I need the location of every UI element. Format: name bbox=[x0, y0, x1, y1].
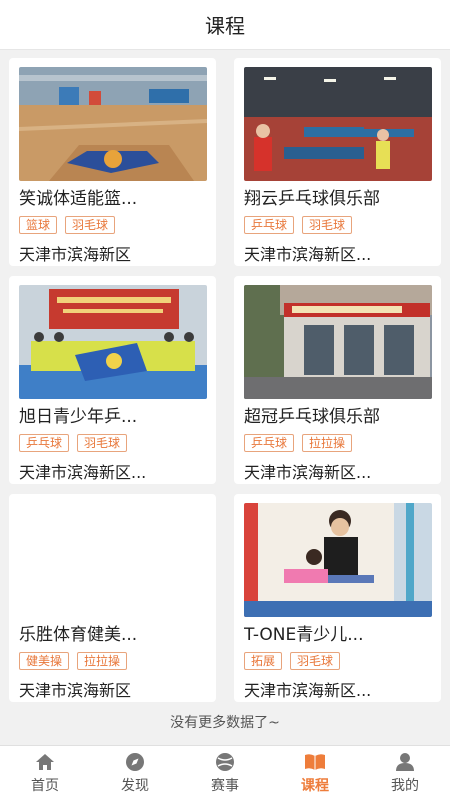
course-grid: 笑诚体适能篮... 篮球 羽毛球 天津市滨海新区 翔云乒乓球俱乐部 乒乓球 羽毛… bbox=[9, 58, 441, 702]
sport-tag: 乒乓球 bbox=[19, 434, 70, 452]
course-title: 超冠乒乓球俱乐部 bbox=[244, 407, 380, 427]
person-icon bbox=[396, 752, 414, 771]
course-location: 天津市滨海新区... bbox=[19, 463, 147, 482]
course-tags: 乒乓球 羽毛球 bbox=[19, 434, 206, 452]
tab-events[interactable]: 赛事 bbox=[180, 746, 270, 800]
sport-tag: 篮球 bbox=[19, 216, 58, 234]
tab-label: 课程 bbox=[301, 777, 329, 794]
course-image bbox=[244, 503, 432, 617]
page-header: 课程 bbox=[0, 0, 450, 50]
course-title: 翔云乒乓球俱乐部 bbox=[244, 189, 380, 209]
ball-icon bbox=[216, 752, 234, 771]
course-card[interactable]: 乐胜体育健美... 健美操 拉拉操 天津市滨海新区 bbox=[9, 494, 216, 702]
course-tags: 乒乓球 羽毛球 bbox=[244, 216, 431, 234]
course-card[interactable]: T-ONE青少儿... 拓展 羽毛球 天津市滨海新区... bbox=[234, 494, 441, 702]
course-card[interactable]: 笑诚体适能篮... 篮球 羽毛球 天津市滨海新区 bbox=[9, 58, 216, 266]
sport-tag: 健美操 bbox=[19, 652, 70, 670]
course-location: 天津市滨海新区 bbox=[19, 245, 132, 264]
book-icon bbox=[305, 753, 325, 770]
sport-tag: 羽毛球 bbox=[77, 434, 128, 452]
sport-tag: 乒乓球 bbox=[244, 216, 295, 234]
tab-discover[interactable]: 发现 bbox=[90, 746, 180, 800]
course-image bbox=[244, 67, 432, 181]
page-title: 课程 bbox=[205, 14, 245, 38]
tab-label: 首页 bbox=[31, 777, 59, 794]
course-card[interactable]: 翔云乒乓球俱乐部 乒乓球 羽毛球 天津市滨海新区... bbox=[234, 58, 441, 266]
course-image bbox=[19, 67, 207, 181]
sport-tag: 羽毛球 bbox=[65, 216, 116, 234]
course-image bbox=[19, 285, 207, 399]
bottom-tab-bar: 首页 发现 赛事 课程 我的 bbox=[0, 745, 450, 800]
sport-tag: 拉拉操 bbox=[77, 652, 128, 670]
course-title: 乐胜体育健美... bbox=[19, 625, 138, 645]
home-icon bbox=[36, 753, 54, 770]
tab-label: 赛事 bbox=[211, 777, 239, 794]
sport-tag: 乒乓球 bbox=[244, 434, 295, 452]
no-more-data-text: 没有更多数据了~ bbox=[170, 715, 280, 731]
course-location: 天津市滨海新区 bbox=[19, 681, 132, 700]
tab-label: 发现 bbox=[121, 777, 149, 794]
course-card[interactable]: 旭日青少年乒... 乒乓球 羽毛球 天津市滨海新区... bbox=[9, 276, 216, 484]
course-image bbox=[244, 285, 432, 399]
tab-profile[interactable]: 我的 bbox=[360, 746, 450, 800]
sport-tag: 拉拉操 bbox=[302, 434, 353, 452]
course-card[interactable]: 超冠乒乓球俱乐部 乒乓球 拉拉操 天津市滨海新区... bbox=[234, 276, 441, 484]
course-tags: 乒乓球 拉拉操 bbox=[244, 434, 431, 452]
compass-icon bbox=[126, 752, 144, 771]
tab-home[interactable]: 首页 bbox=[0, 746, 90, 800]
course-title: 笑诚体适能篮... bbox=[19, 189, 138, 209]
sport-tag: 拓展 bbox=[244, 652, 283, 670]
tab-courses[interactable]: 课程 bbox=[270, 746, 360, 800]
course-location: 天津市滨海新区... bbox=[244, 681, 372, 700]
course-location: 天津市滨海新区... bbox=[244, 245, 372, 264]
tab-label: 我的 bbox=[391, 777, 419, 794]
course-title: 旭日青少年乒... bbox=[19, 407, 138, 427]
course-image bbox=[19, 503, 207, 617]
course-title: T-ONE青少儿... bbox=[244, 625, 364, 645]
course-location: 天津市滨海新区... bbox=[244, 463, 372, 482]
course-tags: 健美操 拉拉操 bbox=[19, 652, 206, 670]
course-tags: 篮球 羽毛球 bbox=[19, 216, 206, 234]
sport-tag: 羽毛球 bbox=[290, 652, 341, 670]
sport-tag: 羽毛球 bbox=[302, 216, 353, 234]
course-tags: 拓展 羽毛球 bbox=[244, 652, 431, 670]
